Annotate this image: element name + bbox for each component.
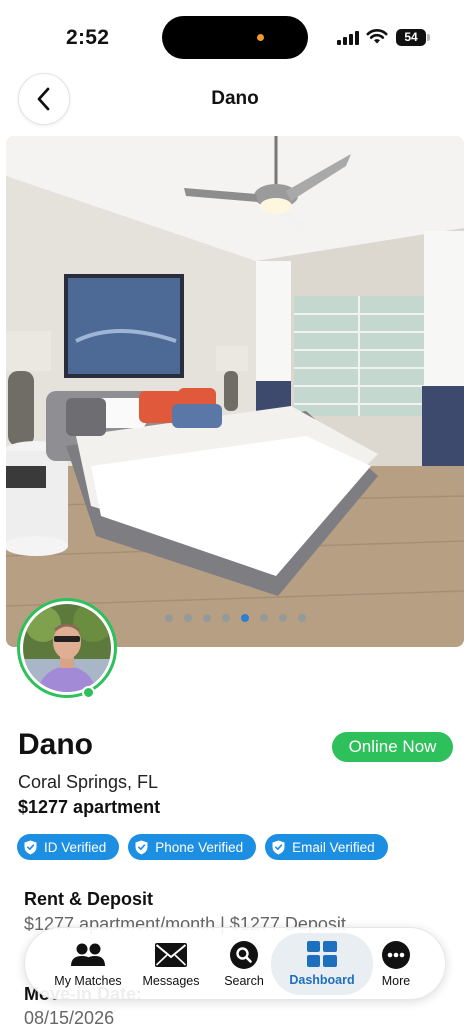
tab-dashboard[interactable]: Dashboard <box>271 933 373 995</box>
pagination-dot[interactable] <box>297 614 306 622</box>
tab-search[interactable]: Search <box>215 928 273 1001</box>
online-indicator <box>82 686 95 699</box>
tab-label: More <box>381 973 411 988</box>
envelope-icon <box>155 942 187 967</box>
shield-check-icon <box>135 840 148 854</box>
profile-name: Dano <box>18 728 93 761</box>
page-title: Dano <box>211 88 259 109</box>
tab-my-matches[interactable]: My Matches <box>45 928 131 1001</box>
dashboard-icon <box>307 941 337 967</box>
shield-check-icon <box>24 840 37 854</box>
avatar-photo <box>23 604 111 692</box>
avatar[interactable] <box>17 598 117 698</box>
badge-label: Phone Verified <box>155 839 244 855</box>
status-bar: 2:52 54 <box>0 0 470 70</box>
online-status-badge: Online Now <box>332 732 453 762</box>
status-time: 2:52 <box>66 26 110 49</box>
pagination-dot[interactable] <box>278 614 287 622</box>
move-in-date-value: 08/15/2026 <box>24 1008 115 1024</box>
badge-label: ID Verified <box>44 839 107 855</box>
tab-messages[interactable]: Messages <box>135 928 207 1001</box>
location: Coral Springs, FL <box>18 772 159 792</box>
shield-check-icon <box>272 840 285 854</box>
badge-label: Email Verified <box>292 839 375 855</box>
price: $1277 apartment <box>18 797 161 817</box>
recording-indicator <box>257 34 264 41</box>
pagination-dot[interactable] <box>259 614 268 622</box>
more-icon <box>382 940 410 969</box>
battery-level: 54 <box>396 29 426 46</box>
tab-label: My Matches <box>54 973 122 988</box>
battery-tip <box>427 34 430 41</box>
verification-badges: ID Verified Phone Verified Email Verifie… <box>17 834 388 860</box>
pagination-dot[interactable] <box>221 614 230 622</box>
pagination-dot[interactable] <box>164 614 173 622</box>
bedroom-photo-illustration <box>6 136 464 647</box>
email-verified-badge: Email Verified <box>265 834 388 860</box>
listing-photo[interactable] <box>6 136 464 647</box>
phone-verified-badge: Phone Verified <box>128 834 257 860</box>
wifi-icon <box>366 29 388 44</box>
rent-deposit-title: Rent & Deposit <box>24 889 154 909</box>
search-icon <box>230 940 258 969</box>
tab-label: Search <box>224 973 264 988</box>
person-photo-illustration <box>23 604 111 692</box>
cellular-signal-icon <box>337 31 359 45</box>
tab-label: Dashboard <box>289 973 355 987</box>
dynamic-island <box>162 16 308 59</box>
tab-label: Messages <box>142 973 200 988</box>
tab-more[interactable]: More <box>373 928 419 1001</box>
pagination-dot[interactable] <box>202 614 211 622</box>
people-icon <box>71 943 105 966</box>
id-verified-badge: ID Verified <box>17 834 120 860</box>
pagination-dot-active[interactable] <box>240 614 249 622</box>
pagination-dot[interactable] <box>183 614 192 622</box>
bottom-tab-bar: My Matches Messages Search Dashboard Mor… <box>24 927 446 1000</box>
